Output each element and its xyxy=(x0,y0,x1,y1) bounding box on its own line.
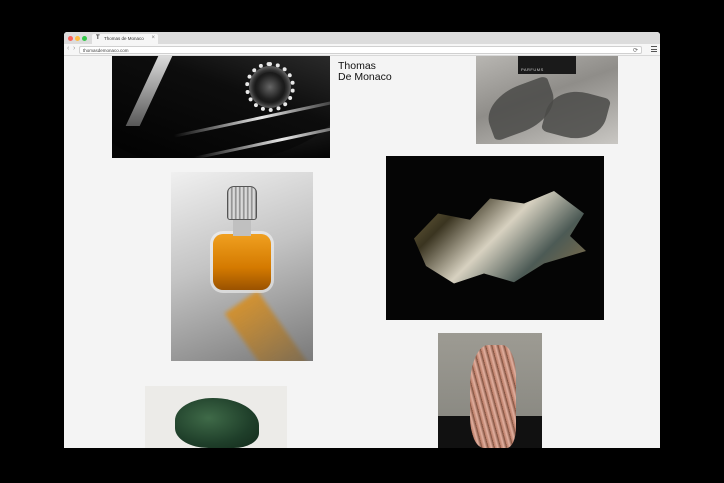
bottle-cap-shape xyxy=(227,186,257,220)
photo-copper-sculpture[interactable] xyxy=(438,333,542,448)
close-tab-icon[interactable]: × xyxy=(151,35,155,41)
forward-icon[interactable]: › xyxy=(73,45,75,52)
browser-window: T Thomas de Monaco × ‹ › thomasdemonaco.… xyxy=(64,32,660,448)
tab-thomas-de-monaco[interactable]: T Thomas de Monaco × xyxy=(92,34,158,44)
minimize-window-button[interactable] xyxy=(75,36,80,41)
page-content: Thomas De Monaco PARFUMS xyxy=(64,56,660,448)
perfume-box-label: PARFUMS xyxy=(521,67,544,72)
reload-icon[interactable]: ⟳ xyxy=(633,47,638,54)
foil-shape xyxy=(414,191,586,284)
tab-title: Thomas de Monaco xyxy=(104,36,144,41)
url-text: thomasdemonaco.com xyxy=(83,47,129,53)
site-title[interactable]: Thomas De Monaco xyxy=(338,61,392,83)
back-icon[interactable]: ‹ xyxy=(67,45,69,52)
bottle-neck-shape xyxy=(233,218,251,236)
photo-green-leaf[interactable] xyxy=(145,386,287,448)
site-title-line-2: De Monaco xyxy=(338,71,392,83)
photo-perfume-leaves[interactable]: PARFUMS xyxy=(476,56,618,144)
hamburger-menu-icon[interactable] xyxy=(651,46,657,53)
browser-toolbar: ‹ › thomasdemonaco.com ⟳ xyxy=(64,44,660,56)
photo-perfume-bottle[interactable] xyxy=(171,172,313,361)
perfume-box-shape: PARFUMS xyxy=(518,56,576,74)
bottle-shape xyxy=(213,234,271,290)
address-bar[interactable]: thomasdemonaco.com ⟳ xyxy=(79,46,642,54)
maximize-window-button[interactable] xyxy=(82,36,87,41)
headlight-ring-shape xyxy=(245,62,295,112)
close-window-button[interactable] xyxy=(68,36,73,41)
favicon-icon: T xyxy=(96,35,100,41)
photo-car-headlight[interactable] xyxy=(112,56,330,158)
light-beam-shape xyxy=(224,290,313,361)
spinach-shape xyxy=(175,398,259,448)
tab-bar: T Thomas de Monaco × xyxy=(64,32,660,44)
photo-crumpled-foil[interactable] xyxy=(386,156,604,320)
copper-sculpture-shape xyxy=(470,345,516,448)
